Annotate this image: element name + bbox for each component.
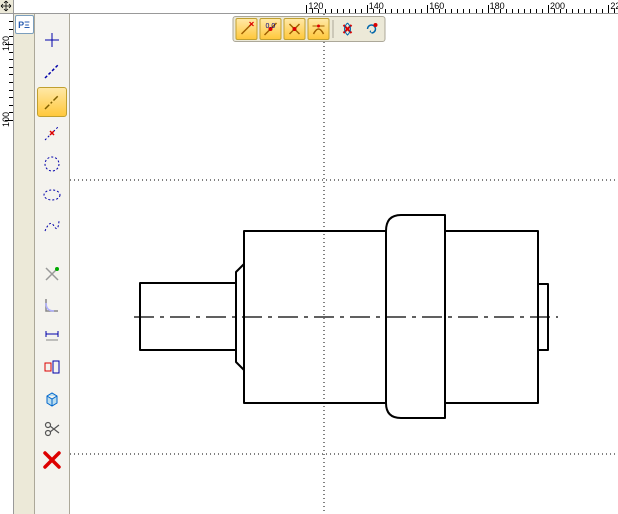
tool-circle[interactable]: [37, 149, 67, 179]
ctx-snap-midpoint[interactable]: 0.0: [260, 18, 282, 40]
context-toolbar: 0.0: [233, 16, 386, 42]
tool-corner[interactable]: [37, 290, 67, 320]
svg-text:0.0: 0.0: [266, 23, 276, 30]
ruler-vertical[interactable]: 100120: [0, 14, 14, 514]
sidebar-tools: [35, 14, 70, 514]
tool-scissors[interactable]: [37, 414, 67, 444]
ctx-snap-tangent[interactable]: [308, 18, 330, 40]
tool-align[interactable]: [37, 352, 67, 382]
tool-box-3d[interactable]: [37, 383, 67, 413]
sidebar-narrow: PΞ: [14, 14, 35, 514]
drawing-content: [70, 14, 618, 514]
tool-delete-x[interactable]: [37, 445, 67, 475]
tool-line-marker[interactable]: [37, 118, 67, 148]
ctx-snap-endpoint[interactable]: [236, 18, 258, 40]
ctx-snap-perpendicular[interactable]: [284, 18, 306, 40]
tool-line-centerline[interactable]: [37, 87, 67, 117]
tool-ellipse-dashed[interactable]: [37, 180, 67, 210]
drawing-canvas[interactable]: [70, 14, 618, 514]
params-button[interactable]: PΞ: [15, 15, 34, 34]
tool-point[interactable]: [37, 25, 67, 55]
tool-trim-x[interactable]: [37, 259, 67, 289]
tool-line-dashed[interactable]: [37, 56, 67, 86]
ruler-horizontal[interactable]: 120140160180200220: [14, 0, 618, 14]
tool-spline[interactable]: [37, 211, 67, 241]
ctx-snap-refresh[interactable]: [361, 18, 383, 40]
tool-measure[interactable]: [37, 321, 67, 351]
ctx-snap-off[interactable]: [337, 18, 359, 40]
ruler-origin[interactable]: [0, 0, 14, 14]
